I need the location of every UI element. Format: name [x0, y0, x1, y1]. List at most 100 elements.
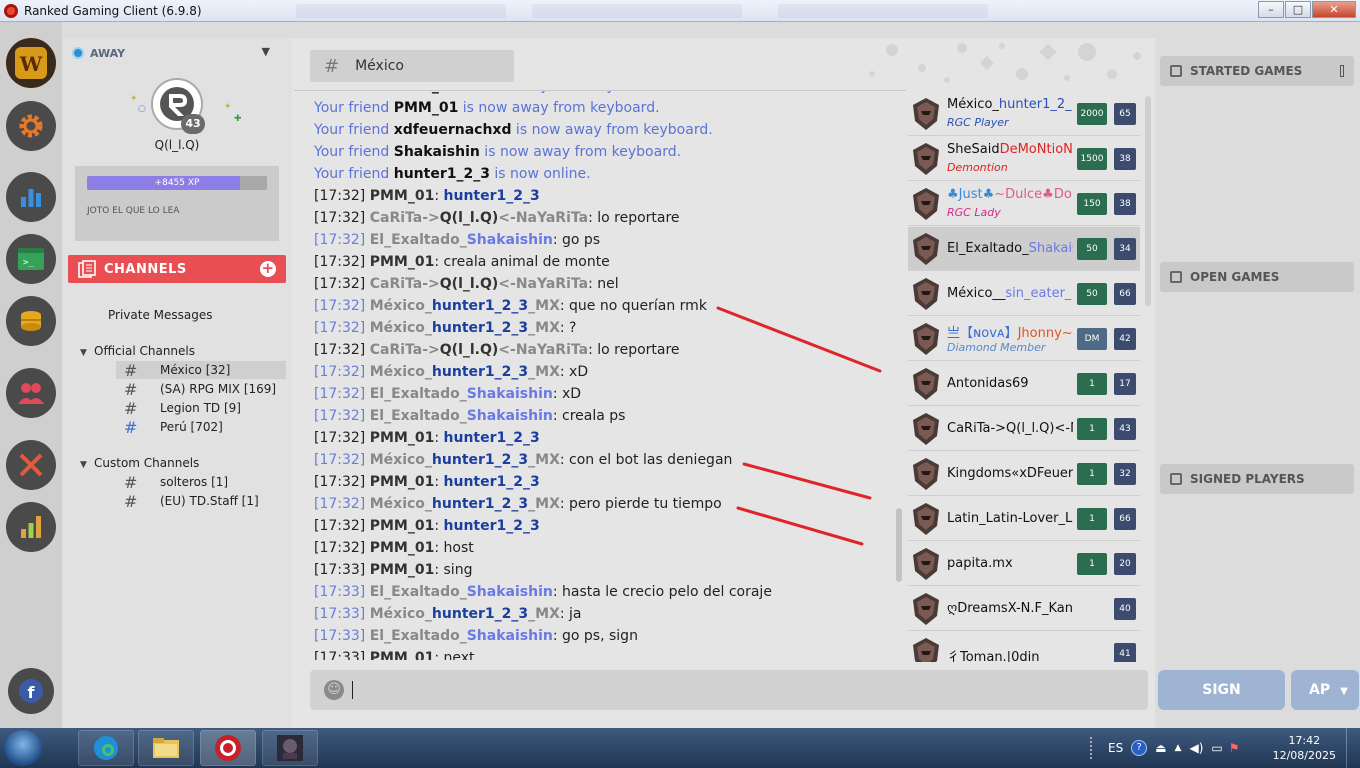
ap-dropdown-button[interactable]: AP ▼	[1291, 670, 1359, 710]
message-author[interactable]: hunter1_2_3	[432, 606, 528, 622]
channel-item-solteros[interactable]: # solteros [1]	[116, 473, 286, 492]
message-author[interactable]: Shakaishin	[467, 232, 553, 248]
message-author[interactable]: _MX	[528, 320, 560, 336]
sign-button[interactable]: SIGN	[1158, 670, 1285, 710]
network-icon[interactable]: ▭	[1211, 741, 1222, 755]
message-author[interactable]: hunter1_2_3	[432, 298, 528, 314]
player-row[interactable]: Latin_Latin-Lover_L 1 66	[908, 497, 1140, 541]
message-author[interactable]: México_	[370, 364, 432, 380]
message-author[interactable]: PMM_01	[370, 518, 435, 534]
friend-name[interactable]: Shakaishin	[394, 144, 480, 160]
folder-taskbar-icon[interactable]	[138, 730, 194, 766]
kebab-menu-icon[interactable]	[1340, 65, 1344, 77]
open-games-section[interactable]: OPEN GAMES	[1160, 262, 1354, 292]
message-input[interactable]: ☺	[310, 670, 1148, 710]
message-author[interactable]: El_Exaltado_	[370, 628, 467, 644]
player-row[interactable]: SheSaidDeMoNtioN Demontion 1500 38	[908, 137, 1140, 181]
channel-item-legion-td[interactable]: # Legion TD [9]	[116, 399, 286, 418]
message-author[interactable]: El_Exaltado_	[370, 386, 467, 402]
message-author[interactable]: <-NaYaRiTa	[498, 210, 588, 226]
message-author[interactable]: hunter1_2_3	[444, 474, 540, 490]
message-author[interactable]: México_	[370, 320, 432, 336]
message-author[interactable]: CaRiTa->	[370, 276, 440, 292]
message-author[interactable]: hunter1_2_3	[432, 364, 528, 380]
player-row[interactable]: El_Exaltado_Shakais 50 34	[908, 227, 1140, 271]
volume-icon[interactable]: ◀)	[1189, 741, 1203, 755]
message-author[interactable]: hunter1_2_3	[432, 320, 528, 336]
message-author[interactable]: hunter1_2_3	[432, 496, 528, 512]
emoji-icon[interactable]: ☺	[324, 680, 344, 700]
message-author[interactable]: Q(l_l.Q)	[440, 210, 499, 226]
player-row[interactable]: Kingdoms«xDFeuern 1 32	[908, 452, 1140, 496]
player-list[interactable]: México_hunter1_2_ RGC Player 2000 65 SheSaid…	[908, 92, 1140, 662]
friend-name[interactable]: PMM_01	[394, 100, 459, 116]
game-taskbar-icon[interactable]	[262, 730, 318, 766]
message-author[interactable]: _MX	[528, 452, 560, 468]
player-row[interactable]: Antonidas69 1 17	[908, 362, 1140, 406]
started-games-section[interactable]: STARTED GAMES	[1160, 56, 1354, 86]
message-author[interactable]: El_Exaltado_	[370, 408, 467, 424]
message-author[interactable]: PMM_01	[370, 650, 435, 660]
message-author[interactable]: Shakaishin	[467, 386, 553, 402]
message-author[interactable]: El_Exaltado_	[370, 584, 467, 600]
edge-taskbar-icon[interactable]	[78, 730, 134, 766]
add-channel-button[interactable]: +	[260, 261, 276, 277]
player-scrollbar[interactable]	[1145, 96, 1151, 306]
message-author[interactable]: _MX	[528, 606, 560, 622]
warcraft-icon[interactable]: W	[6, 38, 56, 88]
friends-icon[interactable]	[6, 368, 56, 418]
message-author[interactable]: Shakaishin	[467, 628, 553, 644]
message-author[interactable]: hunter1_2_3	[444, 518, 540, 534]
message-author[interactable]: PMM_01	[370, 254, 435, 270]
chevron-up-icon[interactable]: ▲	[1175, 743, 1182, 753]
minimize-button[interactable]: –	[1258, 1, 1284, 18]
swords-icon[interactable]	[6, 440, 56, 490]
message-author[interactable]: PMM_01	[370, 540, 435, 556]
stats-icon[interactable]	[6, 172, 56, 222]
message-author[interactable]: _MX	[528, 298, 560, 314]
facebook-icon[interactable]: f	[8, 668, 54, 714]
message-author[interactable]: PMM_01	[370, 562, 435, 578]
close-button[interactable]: ✕	[1312, 1, 1356, 18]
player-row[interactable]: ♣Just♣~Dulce♣Do♣i RGC Lady 150 38	[908, 182, 1140, 226]
private-messages-link[interactable]: Private Messages	[108, 308, 213, 322]
ranking-icon[interactable]	[6, 502, 56, 552]
message-author[interactable]: PMM_01	[370, 430, 435, 446]
custom-channels-section[interactable]: ▼ Custom Channels	[80, 456, 199, 470]
maximize-button[interactable]: □	[1285, 1, 1311, 18]
message-author[interactable]: <-NaYaRiTa	[498, 342, 588, 358]
message-author[interactable]: _MX	[528, 364, 560, 380]
channel-item-rpg-mix[interactable]: # (SA) RPG MIX [169]	[116, 380, 286, 399]
message-author[interactable]: CaRiTa->	[370, 342, 440, 358]
friend-name[interactable]: hunter1_2_3	[394, 166, 490, 182]
message-author[interactable]: hunter1_2_3	[432, 452, 528, 468]
clock[interactable]: 17:42 12/08/2025	[1273, 733, 1336, 763]
settings-icon[interactable]	[6, 101, 56, 151]
message-author[interactable]: Shakaishin	[467, 408, 553, 424]
channel-item-td-staff[interactable]: # (EU) TD.Staff [1]	[116, 492, 286, 511]
player-row[interactable]: México__sin_eater_ 50 66	[908, 272, 1140, 316]
friend-name[interactable]: xdfeuernachxd	[394, 122, 512, 138]
message-author[interactable]: Shakaishin	[467, 584, 553, 600]
message-author[interactable]: _MX	[528, 496, 560, 512]
console-icon[interactable]: >_	[6, 234, 56, 284]
player-row[interactable]: 彳Toman.|0din 41	[908, 632, 1140, 662]
player-row[interactable]: CaRiTa->Q(l_l.Q)<-N 1 43	[908, 407, 1140, 451]
player-row[interactable]: papita.mx 1 20	[908, 542, 1140, 586]
message-author[interactable]: México_	[370, 298, 432, 314]
official-channels-section[interactable]: ▼ Official Channels	[80, 344, 195, 358]
message-author[interactable]: México_	[370, 606, 432, 622]
start-button[interactable]	[4, 730, 42, 766]
message-scrollbar[interactable]	[896, 508, 902, 582]
message-author[interactable]: <-NaYaRiTa	[498, 276, 588, 292]
player-row[interactable]: ღDreamsX-N.F_Kan 40	[908, 587, 1140, 631]
rgc-taskbar-icon[interactable]	[200, 730, 256, 766]
help-icon[interactable]: ?	[1131, 740, 1148, 756]
device-icon[interactable]: ⏏	[1155, 741, 1166, 755]
channel-item-peru[interactable]: # Perú [702]	[116, 418, 286, 437]
message-author[interactable]: hunter1_2_3	[444, 430, 540, 446]
message-author[interactable]: CaRiTa->	[370, 210, 440, 226]
channel-item-mexico[interactable]: # México [32]	[116, 361, 286, 380]
message-author[interactable]: México_	[370, 452, 432, 468]
player-row[interactable]: 亗【ɴᴏᴠᴀ】Jhonny~BrDiamond Member DM 42	[908, 317, 1140, 361]
